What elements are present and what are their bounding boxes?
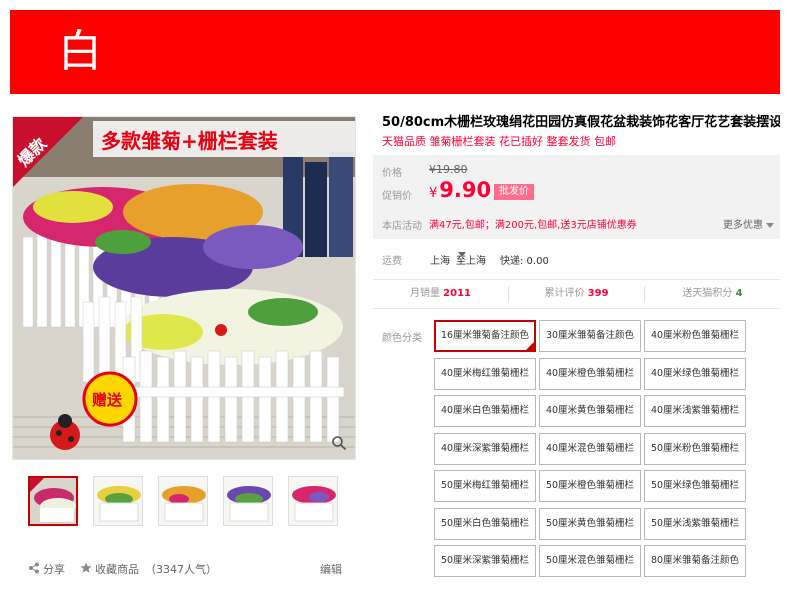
promo-tag: 批发价 [494, 184, 534, 200]
thumbnail-image [224, 477, 272, 525]
thumbnail-3[interactable] [158, 476, 208, 526]
color-option[interactable]: 30厘米雏菊备注颜色 [539, 320, 641, 352]
monthly-sales: 月销量 2011 [373, 280, 508, 308]
store-promo-text: 满47元,包邮；满200元,包邮,送3元店铺优惠券 [429, 220, 637, 231]
color-options-grid: 16厘米雏菊备注颜色 30厘米雏菊备注颜色 40厘米粉色雏菊栅栏 40厘米梅红雏菊栅栏… [434, 320, 748, 580]
tmall-points: 送天猫积分 4 [645, 280, 780, 308]
price-panel: 价格 ¥19.80 促销价 ¥9.90 批发价 本店活动 满47元,包邮；满20… [373, 155, 780, 239]
thumbnail-image [30, 478, 76, 524]
star-icon[interactable] [80, 562, 92, 574]
product-title: 50/80cm木栅栏玫瑰绢花田园仿真假花盆栽装饰花客厅花艺套装摆设 [382, 115, 780, 130]
top-banner: 白 [10, 10, 780, 94]
shipping-method: 快递: 0.00 [500, 256, 549, 267]
ship-from: 上海 [430, 256, 450, 267]
edit-link[interactable]: 编辑 [320, 561, 342, 577]
monthly-sales-label: 月销量 [409, 288, 440, 299]
promo-price-value: 9.90 [439, 178, 492, 202]
selected-check-icon [526, 342, 534, 350]
shipping-label: 运费 [382, 256, 402, 267]
monthly-sales-value: 2011 [443, 288, 472, 299]
share-icon[interactable] [28, 562, 40, 574]
color-option[interactable]: 50厘米粉色雏菊栅栏 [644, 432, 746, 465]
review-count-value: 399 [587, 288, 609, 299]
thumbnail-4[interactable] [223, 476, 273, 526]
store-promo-label: 本店活动 [382, 221, 422, 232]
currency-symbol: ¥ [429, 186, 438, 201]
color-option[interactable]: 40厘米橙色雏菊栅栏 [539, 357, 641, 390]
more-offers-label: 更多优惠 [723, 220, 763, 231]
product-photo [13, 117, 355, 459]
color-option[interactable]: 50厘米绿色雏菊栅栏 [644, 470, 746, 502]
color-option[interactable]: 40厘米粉色雏菊栅栏 [644, 320, 746, 352]
thumbnail-image [159, 477, 207, 525]
color-option[interactable]: 50厘米浅紫雏菊栅栏 [644, 507, 746, 540]
original-price: ¥19.80 [429, 163, 468, 176]
tmall-points-value: 4 [735, 288, 743, 299]
zoom-icon[interactable] [331, 435, 347, 451]
more-offers-link[interactable]: 更多优惠 [723, 216, 774, 231]
product-subtitle: 天猫品质 雏菊栅栏套装 花已插好 整套发货 包邮 [382, 135, 616, 148]
image-headline: 多款雏菊+栅栏套装 [101, 129, 278, 153]
sales-stats: 月销量 2011 累计评价 399 送天猫积分 4 [373, 279, 780, 309]
promo-price: ¥9.90 [429, 178, 491, 202]
favorite-link[interactable]: 收藏商品 [95, 561, 139, 577]
review-count-label: 累计评价 [544, 288, 585, 299]
color-option[interactable]: 40厘米深紫雏菊栅栏 [434, 432, 536, 465]
thumbnail-image [289, 477, 337, 525]
main-product-image[interactable]: 多款雏菊+栅栏套装 爆款 赠送 [12, 116, 356, 460]
tmall-points-label: 送天猫积分 [682, 288, 733, 299]
color-option[interactable]: 16厘米雏菊备注颜色 [434, 320, 536, 352]
thumbnail-image [94, 477, 142, 525]
share-link[interactable]: 分享 [43, 561, 65, 577]
thumbnail-2[interactable] [93, 476, 143, 526]
color-option[interactable]: 50厘米橙色雏菊栅栏 [539, 470, 641, 502]
color-option[interactable]: 50厘米梅红雏菊栅栏 [434, 470, 536, 502]
image-gift-label: 赠送 [92, 391, 123, 409]
color-option[interactable]: 40厘米混色雏菊栅栏 [539, 432, 641, 465]
promo-price-label: 促销价 [382, 191, 412, 202]
color-option[interactable]: 80厘米雏菊备注颜色 [644, 545, 746, 577]
color-option[interactable]: 40厘米绿色雏菊栅栏 [644, 357, 746, 390]
chevron-down-icon [766, 222, 774, 228]
color-option[interactable]: 50厘米混色雏菊栅栏 [539, 545, 641, 577]
color-option[interactable]: 50厘米白色雏菊栅栏 [434, 507, 536, 540]
favorite-count: （3347人气） [145, 563, 217, 576]
share-favorite-row: 分享 收藏商品 （3347人气） 编辑 [28, 559, 348, 577]
thumbnail-5[interactable] [288, 476, 338, 526]
chevron-down-icon [458, 252, 466, 257]
color-option[interactable]: 50厘米深紫雏菊栅栏 [434, 545, 536, 577]
color-category-label: 颜色分类 [382, 333, 422, 344]
color-option[interactable]: 40厘米白色雏菊栅栏 [434, 395, 536, 427]
review-count[interactable]: 累计评价 399 [509, 280, 644, 308]
color-option[interactable]: 40厘米梅红雏菊栅栏 [434, 357, 536, 390]
color-option[interactable]: 40厘米浅紫雏菊栅栏 [644, 395, 746, 427]
price-label: 价格 [382, 168, 402, 179]
color-option[interactable]: 40厘米黄色雏菊栅栏 [539, 395, 641, 427]
banner-text: 白 [58, 26, 102, 77]
color-option[interactable]: 50厘米黄色雏菊栅栏 [539, 507, 641, 540]
thumbnail-1[interactable] [28, 476, 78, 526]
